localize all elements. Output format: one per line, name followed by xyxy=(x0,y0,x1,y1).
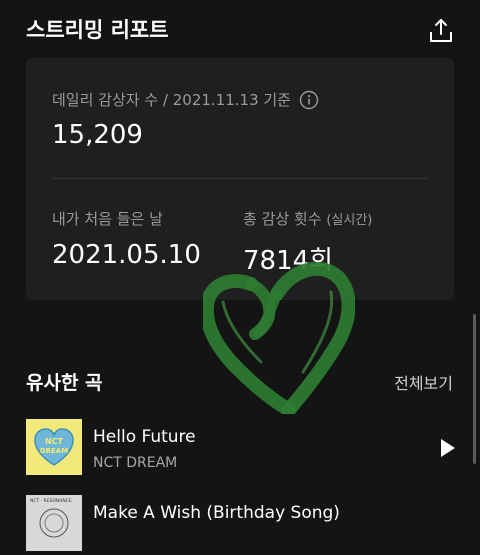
song-row[interactable]: NCT · RESONANCE Make A Wish (Birthday So… xyxy=(26,495,454,553)
scrollbar[interactable] xyxy=(473,314,476,464)
info-icon[interactable] xyxy=(299,90,319,110)
song-row[interactable]: NCT DREAM Hello Future NCT DREAM xyxy=(26,419,455,477)
album-art: NCT · RESONANCE xyxy=(26,495,82,551)
daily-listeners-label-text: 데일리 감상자 수 / 2021.11.13 기준 xyxy=(52,91,291,109)
total-plays-sub-label: (실시간) xyxy=(326,213,373,228)
total-plays-label-text: 총 감상 횟수 xyxy=(243,210,322,228)
play-icon xyxy=(441,439,455,457)
total-plays-label: 총 감상 횟수 (실시간) xyxy=(243,208,372,229)
daily-listeners-label: 데일리 감상자 수 / 2021.11.13 기준 xyxy=(52,89,319,110)
song-title: Hello Future xyxy=(93,427,196,447)
see-all-link[interactable]: 전체보기 xyxy=(394,370,453,394)
header: 스트리밍 리포트 xyxy=(26,10,454,50)
streaming-report-card: 데일리 감상자 수 / 2021.11.13 기준 15,209 내가 처음 들… xyxy=(26,58,454,300)
svg-text:NCT: NCT xyxy=(45,437,64,446)
first-listen-value: 2021.05.10 xyxy=(52,240,201,270)
first-listen-label: 내가 처음 들은 날 xyxy=(52,210,163,228)
song-artist: NCT DREAM xyxy=(93,455,178,471)
share-icon xyxy=(430,19,452,42)
svg-text:NCT · RESONANCE: NCT · RESONANCE xyxy=(30,498,72,504)
album-art: NCT DREAM xyxy=(26,419,82,475)
daily-listeners-value: 15,209 xyxy=(52,120,143,150)
divider xyxy=(52,178,428,179)
song-title: Make A Wish (Birthday Song) xyxy=(93,503,340,523)
share-button[interactable] xyxy=(426,16,456,46)
page-title: 스트리밍 리포트 xyxy=(26,18,169,42)
svg-text:DREAM: DREAM xyxy=(40,447,68,455)
play-button[interactable] xyxy=(436,437,458,459)
similar-songs-title: 유사한 곡 xyxy=(26,372,103,394)
total-plays-value: 7814회 xyxy=(243,246,334,276)
